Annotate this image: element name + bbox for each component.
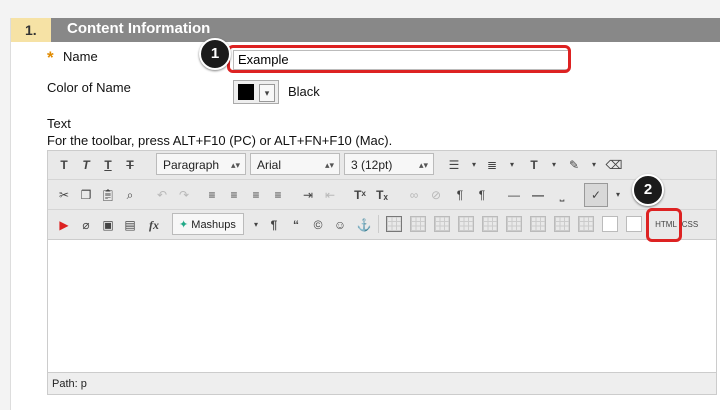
- split-cells-icon[interactable]: [602, 216, 618, 232]
- image-icon[interactable]: ▣: [96, 213, 120, 237]
- rtl-icon[interactable]: ¶: [470, 183, 494, 207]
- spellcheck-icon[interactable]: ✓: [584, 183, 608, 207]
- color-label: Color of Name: [47, 80, 131, 95]
- insert-col-before-icon[interactable]: [530, 216, 546, 232]
- chevron-down-icon[interactable]: ▾: [500, 153, 524, 177]
- redo-icon[interactable]: ↷: [172, 183, 196, 207]
- underline-button[interactable]: T: [96, 153, 120, 177]
- hr-thick-icon[interactable]: —: [526, 183, 550, 207]
- unlink-icon[interactable]: ⊘: [424, 183, 448, 207]
- mashups-icon: ✦: [179, 219, 189, 231]
- strikethrough-button[interactable]: T: [118, 153, 142, 177]
- insert-row-before-icon[interactable]: [458, 216, 474, 232]
- toolbar-divider: [48, 209, 716, 210]
- media-icon[interactable]: ▤: [118, 213, 142, 237]
- horizontal-rule-icon[interactable]: —: [502, 183, 526, 207]
- justify-icon[interactable]: ≡: [266, 183, 290, 207]
- italic-button[interactable]: T: [74, 153, 98, 177]
- section-header: 1. Content Information: [11, 18, 720, 42]
- font-size-dropdown[interactable]: 3 (12pt) ▴▾: [344, 153, 434, 175]
- highlight-html-button: [646, 208, 682, 242]
- align-left-icon[interactable]: ≡: [200, 183, 224, 207]
- toolbar-divider: [48, 179, 716, 180]
- undo-icon[interactable]: ↶: [150, 183, 174, 207]
- table-row-props-icon[interactable]: [410, 216, 426, 232]
- insert-row-after-icon[interactable]: [482, 216, 498, 232]
- paste-icon[interactable]: 📋︎: [96, 183, 120, 207]
- delete-row-icon[interactable]: [506, 216, 522, 232]
- align-right-icon[interactable]: ≡: [244, 183, 268, 207]
- nonbreaking-space-icon[interactable]: ⎵: [550, 183, 574, 207]
- section-title: Content Information: [67, 20, 211, 37]
- caret-icon: ▴▾: [418, 160, 428, 170]
- indent-icon[interactable]: ⇥: [296, 183, 320, 207]
- quote-icon[interactable]: “: [284, 213, 308, 237]
- name-label: Name: [63, 49, 98, 64]
- copyright-icon[interactable]: ©: [306, 213, 330, 237]
- bold-button[interactable]: T: [52, 153, 76, 177]
- subscript-icon[interactable]: Tₓ: [370, 183, 394, 207]
- anchor-icon[interactable]: ⚓: [352, 213, 376, 237]
- align-center-icon[interactable]: ≡: [222, 183, 246, 207]
- font-family-value: Arial: [257, 158, 282, 172]
- font-family-dropdown[interactable]: Arial ▴▾: [250, 153, 340, 175]
- callout-2: 2: [632, 174, 664, 206]
- link-icon[interactable]: ∞: [402, 183, 426, 207]
- separator: [378, 215, 379, 233]
- color-value: Black: [288, 84, 320, 99]
- outdent-icon[interactable]: ⇤: [318, 183, 342, 207]
- toolbar-hint: For the toolbar, press ALT+F10 (PC) or A…: [47, 133, 393, 148]
- color-swatch: [238, 84, 254, 100]
- paragraph-format-dropdown[interactable]: Paragraph ▴▾: [156, 153, 246, 175]
- callout-1: 1: [199, 38, 231, 70]
- required-icon: *: [47, 48, 54, 67]
- ltr-icon[interactable]: ¶: [448, 183, 472, 207]
- emoticon-icon[interactable]: ☺: [328, 213, 352, 237]
- chevron-down-icon[interactable]: ▾: [606, 183, 630, 207]
- eraser-icon[interactable]: ⌫: [602, 153, 626, 177]
- mashups-label: Mashups: [191, 219, 236, 231]
- highlight-name: [227, 45, 571, 73]
- editor-toolbar: T T T T Paragraph ▴▾ Arial ▴▾ 3 (12pt) ▴▾ ☰…: [48, 151, 716, 240]
- text-editor: T T T T Paragraph ▴▾ Arial ▴▾ 3 (12pt) ▴▾ ☰…: [47, 150, 717, 395]
- table-icon[interactable]: [386, 216, 402, 232]
- superscript-icon[interactable]: Tˣ: [348, 183, 372, 207]
- youtube-icon[interactable]: ▶: [52, 213, 76, 237]
- insert-col-after-icon[interactable]: [554, 216, 570, 232]
- copy-icon[interactable]: ❐: [74, 183, 98, 207]
- caret-icon: ▴▾: [230, 160, 240, 170]
- font-size-value: 3 (12pt): [351, 158, 393, 172]
- editor-path: Path: p: [48, 372, 716, 394]
- table-cell-props-icon[interactable]: [434, 216, 450, 232]
- paragraph-format-value: Paragraph: [163, 158, 220, 172]
- chevron-down-icon: ▾: [259, 84, 275, 102]
- math-icon[interactable]: fx: [142, 213, 166, 237]
- text-label: Text: [47, 116, 71, 131]
- merge-cells-icon[interactable]: [626, 216, 642, 232]
- section-number: 1.: [11, 18, 51, 42]
- content-form: 1. Content Information * Name Example 1 …: [10, 18, 720, 410]
- cut-icon[interactable]: ✂: [52, 183, 76, 207]
- delete-col-icon[interactable]: [578, 216, 594, 232]
- color-picker[interactable]: ▾: [233, 80, 279, 104]
- editor-content[interactable]: [48, 240, 716, 372]
- caret-icon: ▴▾: [324, 160, 334, 170]
- find-icon[interactable]: ⌕: [118, 183, 142, 207]
- show-blocks-icon[interactable]: ¶: [262, 213, 286, 237]
- mashups-dropdown[interactable]: ✦ Mashups: [172, 213, 244, 235]
- attachment-icon[interactable]: ⌀: [74, 213, 98, 237]
